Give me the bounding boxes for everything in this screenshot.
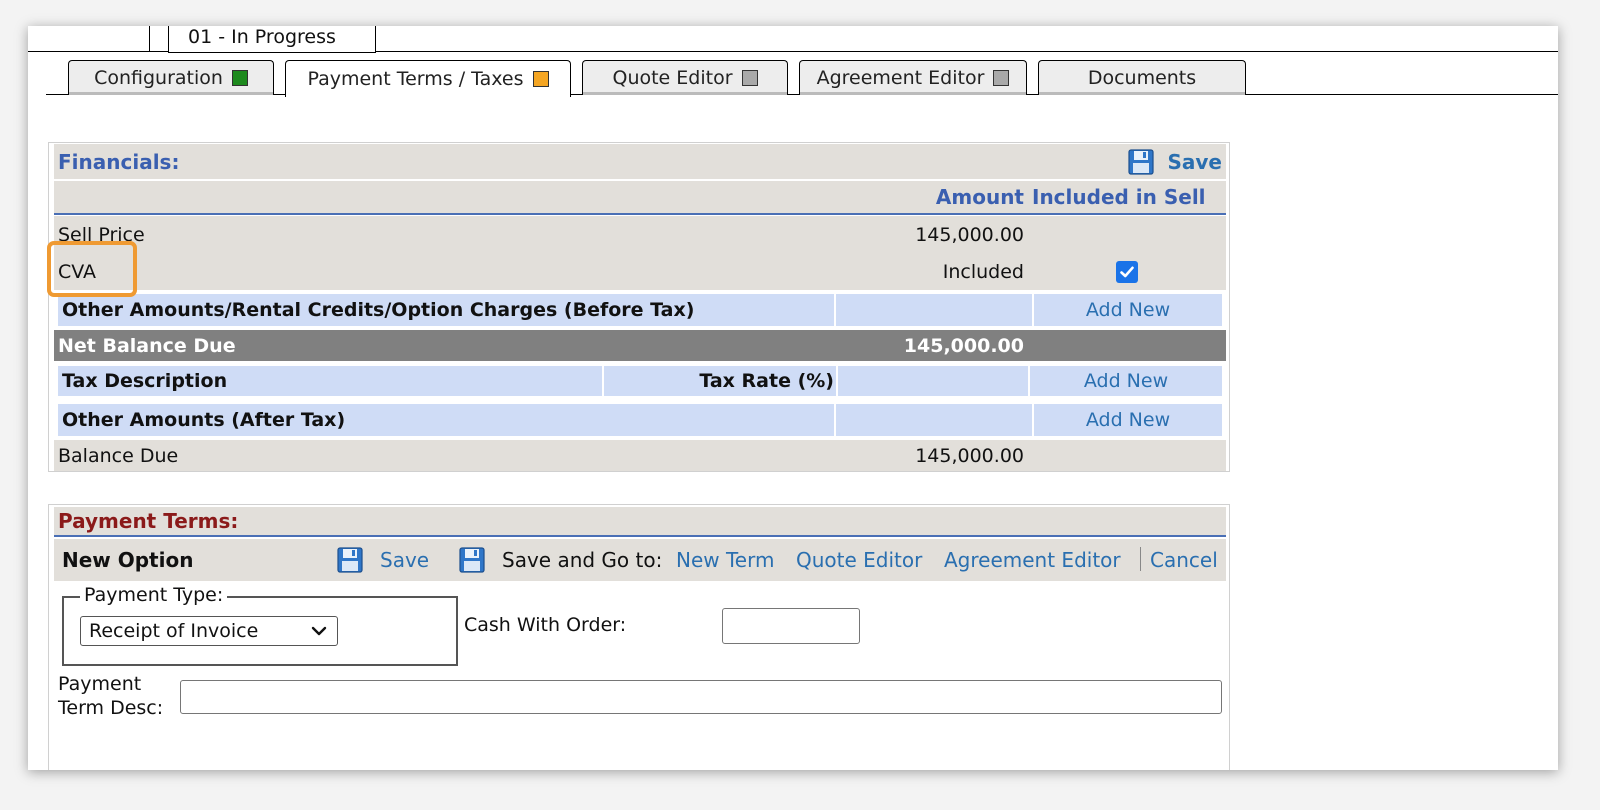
payment-terms-header: Payment Terms: [54, 507, 1226, 537]
save-label: Save [380, 548, 430, 572]
add-new-after-tax-link[interactable]: Add New [1034, 404, 1222, 436]
tax-row: Tax Description Tax Rate (%) Add New [54, 366, 1226, 396]
option-label: New Option [62, 548, 194, 572]
other-before-tax-row: Other Amounts/Rental Credits/Option Char… [54, 294, 1226, 326]
tab-label: Payment Terms / Taxes [307, 68, 524, 90]
link-divider [1140, 547, 1141, 571]
status-gray-icon [993, 70, 1010, 86]
tab-payment-terms-taxes[interactable]: Payment Terms / Taxes [285, 60, 571, 97]
column-included-in-sell: Included in Sell [1032, 185, 1206, 209]
sell-price-row: Sell Price 145,000.00 [54, 216, 1226, 253]
agreement-editor-link[interactable]: Agreement Editor [944, 539, 1121, 581]
financials-save-button[interactable]: Save [1127, 144, 1222, 179]
desc-label-line-2: Term Desc: [58, 697, 164, 719]
sell-price-amount: 145,000.00 [915, 223, 1024, 246]
tab-configuration[interactable]: Configuration [68, 60, 274, 95]
floppy-disk-icon [459, 547, 485, 573]
chevron-down-icon [311, 626, 327, 636]
tax-description-label: Tax Description [62, 370, 228, 392]
other-after-tax-label: Other Amounts (After Tax) [62, 409, 346, 431]
payment-type-value: Receipt of Invoice [89, 620, 259, 642]
add-new-tax-link[interactable]: Add New [1030, 366, 1222, 396]
tab-quote-editor[interactable]: Quote Editor [582, 60, 788, 95]
floppy-disk-icon [337, 547, 363, 573]
status-spacer [28, 26, 150, 52]
balance-due-row: Balance Due 145,000.00 [54, 440, 1226, 471]
status-orange-icon [532, 71, 549, 87]
cva-highlight-box [47, 241, 137, 297]
cancel-link[interactable]: Cancel [1150, 539, 1218, 581]
status-tab[interactable]: 01 - In Progress [168, 26, 376, 53]
tab-label: Documents [1087, 67, 1197, 89]
payment-terms-title: Payment Terms: [58, 509, 239, 533]
tab-label: Agreement Editor [816, 67, 985, 89]
cash-with-order-label: Cash With Order: [464, 614, 627, 636]
option-toolbar: New Option Save Save and Go to: New Term… [54, 539, 1226, 581]
payment-term-desc-label: Payment Term Desc: [58, 672, 163, 720]
tab-label: Configuration [94, 67, 223, 89]
checkmark-icon [1116, 260, 1138, 283]
cva-row: CVA Included [54, 253, 1226, 290]
net-balance-row: Net Balance Due 145,000.00 [54, 330, 1226, 361]
floppy-disk-icon [1128, 148, 1155, 175]
tab-agreement-editor[interactable]: Agreement Editor [799, 60, 1027, 95]
payment-save-button[interactable]: Save [336, 539, 429, 581]
quote-editor-link[interactable]: Quote Editor [796, 539, 922, 581]
balance-due-amount: 145,000.00 [915, 444, 1024, 467]
column-amount: Amount [935, 185, 1024, 209]
tab-documents[interactable]: Documents [1038, 60, 1246, 95]
financials-title: Financials: [58, 149, 180, 174]
other-after-tax-row: Other Amounts (After Tax) Add New [54, 404, 1226, 436]
save-and-go-button[interactable]: Save and Go to: [458, 539, 662, 581]
cash-with-order-input[interactable] [722, 608, 860, 644]
save-and-go-label: Save and Go to: [502, 548, 663, 572]
payment-term-desc-input[interactable] [180, 680, 1222, 714]
cva-included-checkbox[interactable] [1116, 253, 1138, 290]
payment-type-select[interactable]: Receipt of Invoice [80, 616, 338, 646]
tab-label: Quote Editor [612, 67, 733, 89]
new-term-link[interactable]: New Term [676, 539, 774, 581]
save-label: Save [1167, 149, 1222, 174]
desc-label-line-1: Payment [58, 673, 142, 695]
add-new-before-tax-link[interactable]: Add New [1034, 294, 1222, 326]
cva-amount: Included [942, 260, 1024, 283]
financials-column-header: Amount Included in Sell [54, 181, 1226, 215]
status-gray-icon [741, 70, 758, 86]
other-before-tax-label: Other Amounts/Rental Credits/Option Char… [62, 299, 695, 321]
status-label: 01 - In Progress [188, 26, 336, 48]
payment-type-legend: Payment Type: [80, 584, 228, 606]
tax-rate-label: Tax Rate (%) [699, 370, 834, 392]
financials-header: Financials: Save [54, 144, 1226, 180]
net-balance-amount: 145,000.00 [903, 334, 1024, 357]
page-sheet: 01 - In Progress Configuration Payment T… [28, 26, 1558, 770]
status-green-icon [231, 70, 248, 86]
